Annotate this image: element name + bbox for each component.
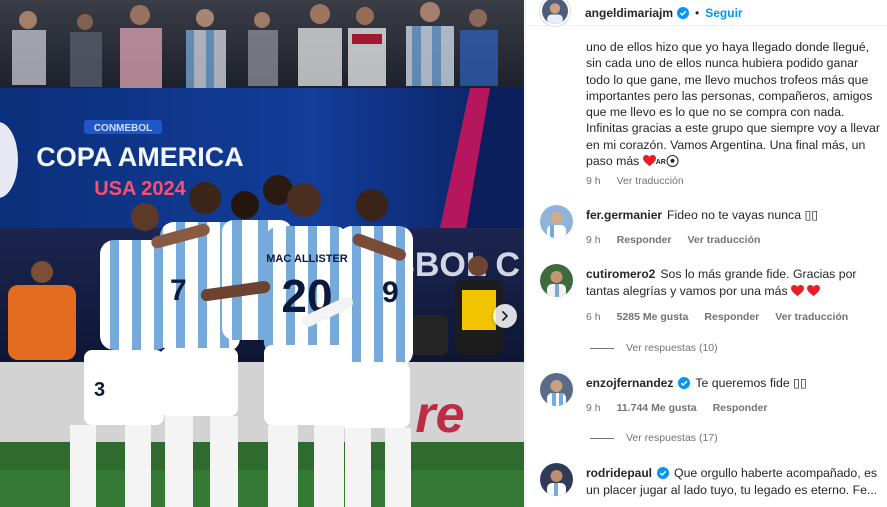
caption-text: uno de ellos hizo que yo haya llegado do…	[586, 40, 880, 169]
author-username[interactable]: angeldimariajm	[585, 6, 673, 20]
header-separator: •	[695, 5, 700, 20]
follow-button[interactable]: Seguir	[705, 6, 742, 20]
comment-likes[interactable]: 5285 Me gusta	[617, 311, 689, 323]
comment-meta: 9 h 11.744 Me gusta Responder	[586, 402, 767, 414]
reply-button[interactable]: Responder	[617, 234, 672, 246]
next-image-button[interactable]	[493, 304, 517, 328]
view-replies-button[interactable]: Ver respuestas (10)	[590, 342, 718, 354]
jersey-name: MAC ALLISTER	[266, 253, 348, 265]
verified-badge-icon	[678, 377, 691, 389]
comment-time[interactable]: 6 h	[586, 311, 601, 323]
post-details-panel: angeldimariajm • Seguir uno de ellos hiz…	[525, 0, 887, 507]
flag-argentina-icon: AR	[655, 159, 666, 167]
commenter-username[interactable]: cutiromero2	[586, 267, 655, 281]
comment-time[interactable]: 9 h	[586, 234, 601, 246]
comment-body: enzojfernandez Te queremos fide ▯▯	[586, 375, 881, 392]
comment-time[interactable]: 9 h	[586, 402, 601, 414]
soccer-ball-icon	[666, 155, 679, 168]
caption-translate-link[interactable]: Ver traducción	[617, 175, 684, 187]
comment-text: Te queremos fide ▯▯	[695, 376, 807, 390]
comment-body: rodridepaul Que orgullo haberte acompaña…	[586, 465, 881, 498]
translate-button[interactable]: Ver traducción	[687, 234, 760, 246]
banner-main-text: COPA AMERICA	[36, 142, 244, 172]
banner-top-text: CONMEBOL	[94, 123, 152, 134]
commenter-username[interactable]: rodridepaul	[586, 466, 652, 480]
post-header: angeldimariajm • Seguir	[526, 0, 887, 26]
chevron-right-icon	[502, 311, 508, 321]
post-caption: uno de ellos hizo que yo haya llegado do…	[586, 39, 884, 171]
jersey-number-3: 3	[94, 379, 105, 401]
commenter-avatar[interactable]	[540, 373, 573, 406]
reply-button[interactable]: Responder	[713, 402, 768, 414]
comment-meta: 9 h Responder Ver traducción	[586, 234, 760, 246]
view-replies-button[interactable]: Ver respuestas (17)	[590, 432, 718, 444]
verified-badge-icon	[677, 6, 690, 19]
comment-meta: 6 h 5285 Me gusta Responder Ver traducci…	[586, 311, 848, 323]
reply-button[interactable]: Responder	[704, 311, 759, 323]
comment-more-text: Fe...	[852, 482, 878, 497]
red-heart-icon	[807, 284, 821, 296]
jersey-number-9: 9	[382, 276, 399, 309]
commenter-avatar[interactable]	[540, 463, 573, 496]
view-replies-label: Ver respuestas (10)	[626, 342, 718, 354]
comment-body: cutiromero2 Sos lo más grande fide. Graci…	[586, 266, 881, 299]
view-replies-label: Ver respuestas (17)	[626, 432, 718, 444]
post-photo[interactable]: CONMEBOL COPA AMERICA USA 2024 SBOL C re…	[0, 0, 524, 507]
commenter-username[interactable]: enzojfernandez	[586, 376, 673, 390]
author-avatar[interactable]	[540, 0, 570, 26]
banner-sub-text: USA 2024	[94, 178, 186, 200]
comment-text: Fideo no te vayas nunca ▯▯	[667, 208, 818, 222]
commenter-avatar[interactable]	[540, 205, 573, 238]
red-heart-icon	[642, 155, 656, 167]
caption-meta: 9 h Ver traducción	[586, 175, 684, 187]
commenter-avatar[interactable]	[540, 264, 573, 297]
svg-text:re: re	[415, 386, 464, 444]
caption-time[interactable]: 9 h	[586, 175, 601, 187]
translate-button[interactable]: Ver traducción	[775, 311, 848, 323]
commenter-username[interactable]: fer.germanier	[586, 208, 662, 222]
team-celebration-image: CONMEBOL COPA AMERICA USA 2024 SBOL C re…	[0, 0, 524, 507]
red-heart-icon	[791, 284, 805, 296]
jersey-number-7: 7	[170, 274, 187, 307]
comment-body: fer.germanier Fideo no te vayas nunca ▯▯	[586, 207, 881, 224]
replies-divider	[590, 347, 614, 349]
comment-likes[interactable]: 11.744 Me gusta	[617, 402, 697, 414]
verified-badge-icon	[657, 467, 670, 479]
replies-divider	[590, 437, 614, 439]
